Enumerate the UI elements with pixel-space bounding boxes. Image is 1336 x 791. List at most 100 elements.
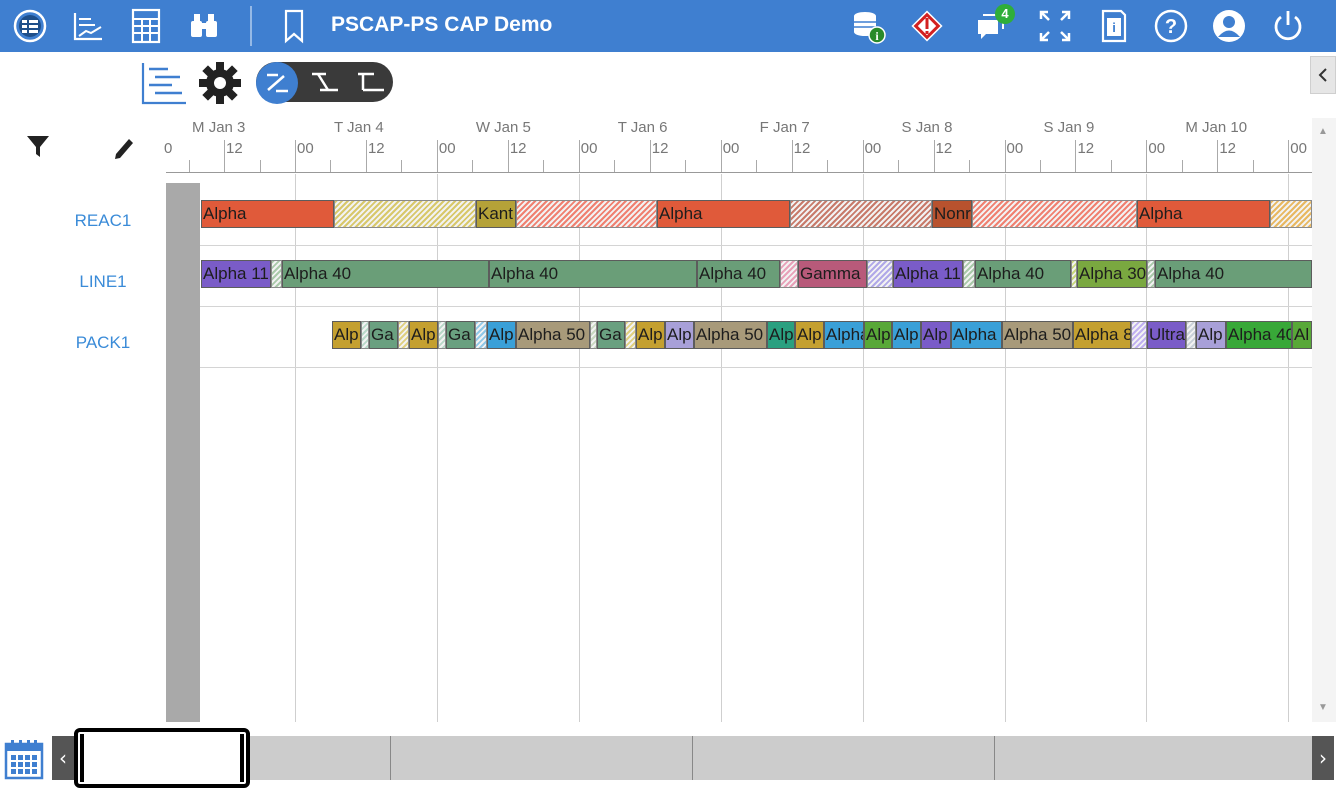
task-bar-pack1[interactable]: Alp	[864, 321, 892, 349]
navigator-view-window[interactable]	[74, 728, 250, 788]
task-bar-pack1[interactable]: Alpha 50	[694, 321, 767, 349]
task-bar-reac1[interactable]: Alpha	[201, 200, 334, 228]
pencil-icon[interactable]	[112, 134, 136, 165]
task-bar-reac1[interactable]	[1270, 200, 1312, 228]
task-bar-line1[interactable]	[780, 260, 798, 288]
task-bar-pack1[interactable]	[590, 321, 597, 349]
axis-baseline	[166, 172, 1312, 173]
task-bar-line1[interactable]: Alpha 40	[697, 260, 780, 288]
task-bar-line1[interactable]	[963, 260, 975, 288]
chevron-left-icon[interactable]: ‹	[52, 736, 74, 780]
task-bar-pack1[interactable]: Alpha 40	[1226, 321, 1292, 349]
svg-text:?: ?	[1165, 16, 1177, 38]
navigator-right-handle[interactable]	[240, 734, 244, 782]
chart-icon[interactable]	[68, 6, 108, 46]
axis-tick	[1288, 140, 1290, 172]
task-bar-reac1[interactable]: Alpha	[1137, 200, 1270, 228]
table-icon[interactable]	[126, 6, 166, 46]
task-bar-pack1[interactable]	[438, 321, 446, 349]
task-bar-line1[interactable]: Alpha 11	[201, 260, 271, 288]
fullscreen-icon[interactable]	[1035, 6, 1075, 46]
task-bar-pack1[interactable]	[361, 321, 369, 349]
task-bar-pack1[interactable]: Ga	[597, 321, 625, 349]
vertical-scrollbar[interactable]	[1312, 118, 1336, 722]
axis-tick	[1110, 160, 1112, 172]
task-bar-pack1[interactable]: Alpha	[824, 321, 864, 349]
task-bar-pack1[interactable]	[625, 321, 636, 349]
task-bar-line1[interactable]: Alpha 40	[1155, 260, 1312, 288]
task-bar-pack1[interactable]	[1131, 321, 1147, 349]
hour-tick-label: 00	[438, 140, 456, 157]
row-label-pack1[interactable]: PACK1	[40, 333, 166, 353]
task-bar-reac1[interactable]	[334, 200, 476, 228]
hour-tick-label: 0	[164, 140, 173, 157]
task-bar-reac1[interactable]	[972, 200, 1137, 228]
task-bar-reac1[interactable]: Nonr	[932, 200, 972, 228]
axis-tick	[259, 160, 261, 172]
task-bar-reac1[interactable]: Kant	[476, 200, 516, 228]
task-bar-line1[interactable]: Alpha 40	[282, 260, 489, 288]
task-bar-pack1[interactable]	[1186, 321, 1196, 349]
task-bar-pack1[interactable]: Alp	[1196, 321, 1226, 349]
task-bar-pack1[interactable]: Alp	[636, 321, 665, 349]
task-bar-pack1[interactable]: Alp	[795, 321, 824, 349]
task-bar-pack1[interactable]: Alpha 50	[1002, 321, 1073, 349]
axis-tick	[898, 160, 900, 172]
collapse-panel-button[interactable]	[1310, 56, 1336, 94]
task-bar-pack1[interactable]: Alpha	[951, 321, 1002, 349]
task-bar-pack1[interactable]: Alp	[332, 321, 361, 349]
scroll-up-arrow-icon[interactable]: ▲	[1318, 126, 1328, 137]
task-bar-line1[interactable]: Alpha 40	[489, 260, 697, 288]
task-bar-pack1[interactable]: Alpha 50	[516, 321, 590, 349]
task-bar-pack1[interactable]	[398, 321, 409, 349]
task-bar-pack1[interactable]: Alp	[409, 321, 438, 349]
link-mode-icon[interactable]	[306, 66, 344, 103]
task-bar-pack1[interactable]: Alpha 8	[1073, 321, 1131, 349]
task-bar-pack1[interactable]: Ga	[369, 321, 398, 349]
filter-icon[interactable]	[26, 134, 50, 163]
binoculars-icon[interactable]	[184, 6, 224, 46]
row-label-line1[interactable]: LINE1	[40, 272, 166, 292]
task-bar-pack1[interactable]	[475, 321, 487, 349]
app-root: PSCAP-PS CAP Demo i 4 i ? REAC1 LINE1 PA…	[0, 0, 1336, 791]
task-bar-pack1[interactable]: Ultra	[1147, 321, 1186, 349]
task-bar-pack1[interactable]: Alp	[921, 321, 951, 349]
task-bar-pack1[interactable]: Al	[1292, 321, 1312, 349]
task-bar-reac1[interactable]	[790, 200, 932, 228]
task-bar-line1[interactable]: Gamma	[798, 260, 867, 288]
row-label-reac1[interactable]: REAC1	[40, 211, 166, 231]
chevron-right-icon[interactable]: ›	[1312, 736, 1334, 780]
power-logout-icon[interactable]	[1268, 6, 1308, 46]
task-bar-pack1[interactable]: Alp	[487, 321, 516, 349]
user-account-icon[interactable]	[1209, 6, 1249, 46]
task-bar-line1[interactable]	[271, 260, 282, 288]
hazard-warning-icon[interactable]	[907, 6, 947, 46]
task-bar-line1[interactable]	[867, 260, 893, 288]
bookmark-icon[interactable]	[274, 6, 314, 46]
gantt-chart: Alpha Kant Alpha Nonr Alpha Alpha 11 Alpha 40 A…	[166, 174, 1312, 722]
settings-gear-icon[interactable]	[197, 60, 243, 111]
axis-tick	[1075, 140, 1077, 172]
task-bar-pack1[interactable]: Ga	[446, 321, 475, 349]
report-icon[interactable]: i	[1093, 6, 1133, 46]
app-title: PSCAP-PS CAP Demo	[331, 13, 553, 36]
task-bar-line1[interactable]: Alpha 30	[1077, 260, 1147, 288]
toggle-edit-icon[interactable]	[256, 62, 298, 104]
task-bar-pack1[interactable]: Alp	[665, 321, 694, 349]
gantt-list-icon[interactable]	[140, 60, 188, 111]
day-gridline	[862, 174, 864, 722]
database-info-icon[interactable]: i	[848, 6, 888, 46]
task-bar-reac1[interactable]: Alpha	[657, 200, 790, 228]
help-icon[interactable]: ?	[1151, 6, 1191, 46]
task-bar-line1[interactable]: Alpha 40	[975, 260, 1071, 288]
task-bar-pack1[interactable]: Alp	[892, 321, 921, 349]
navigator-left-handle[interactable]	[80, 734, 84, 782]
calendar-icon[interactable]	[4, 738, 44, 780]
task-bar-reac1[interactable]	[516, 200, 657, 228]
sequence-mode-icon[interactable]	[352, 66, 388, 103]
task-bar-line1[interactable]: Alpha 11	[893, 260, 963, 288]
dashboard-icon[interactable]	[10, 6, 50, 46]
task-bar-pack1[interactable]: Alp	[767, 321, 795, 349]
task-bar-line1[interactable]	[1147, 260, 1155, 288]
scroll-down-arrow-icon[interactable]: ▼	[1318, 702, 1328, 713]
